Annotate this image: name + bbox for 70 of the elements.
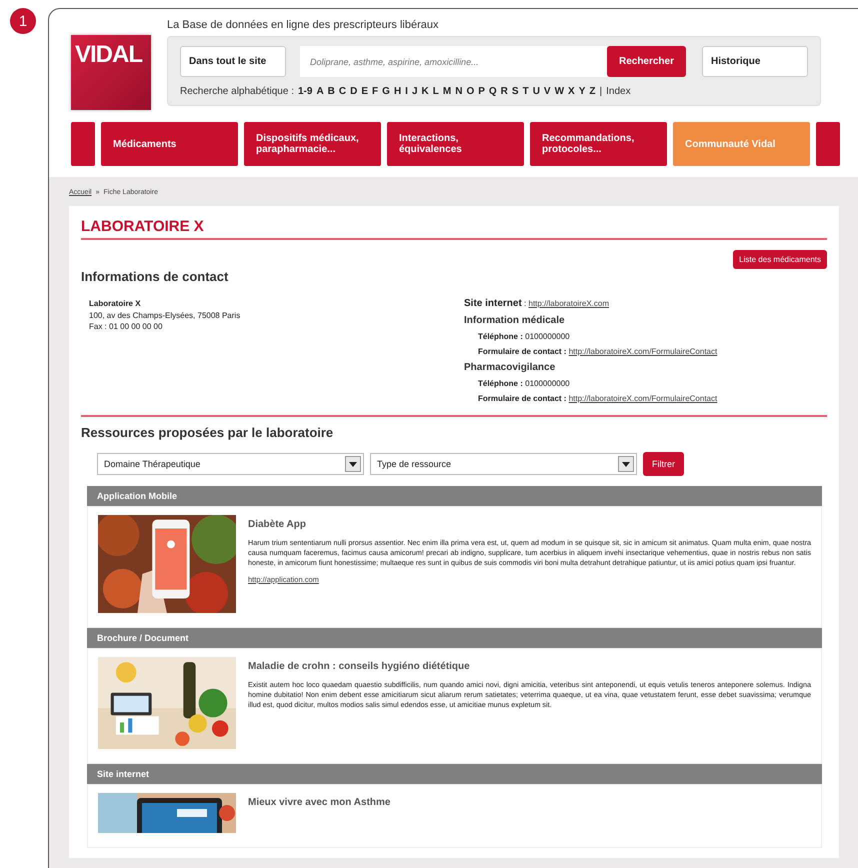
letter-link[interactable]: V: [544, 86, 551, 97]
letter-link[interactable]: G: [382, 86, 390, 97]
filter-dropdown[interactable]: Domaine Thérapeutique: [97, 453, 364, 475]
letter-link[interactable]: L: [432, 86, 439, 97]
letter-link[interactable]: H: [394, 86, 402, 97]
separator: |: [600, 86, 602, 97]
letter-link[interactable]: J: [412, 86, 418, 97]
field-label: Téléphone :: [478, 379, 523, 388]
letter-link[interactable]: B: [328, 86, 335, 97]
lab-name: Laboratoire X: [89, 298, 142, 310]
letter-link[interactable]: W: [554, 86, 564, 97]
letter-link[interactable]: Y: [578, 86, 586, 97]
step-number-badge: 1: [10, 8, 36, 34]
subheading: Pharmacovigilance: [464, 362, 556, 373]
index-link[interactable]: Index: [606, 86, 631, 97]
website-link[interactable]: http://laboratoireX.com: [528, 299, 609, 308]
nav-tab[interactable]: Dispositifs médicaux, parapharmacie...: [244, 122, 381, 166]
phone-number: 0100000000: [525, 332, 570, 341]
category-header: Site internet: [87, 764, 822, 784]
category-header: Brochure / Document: [87, 628, 822, 648]
letter-link[interactable]: D: [350, 86, 358, 97]
medication-list-button[interactable]: Liste des médicaments: [733, 250, 827, 269]
letter-link[interactable]: F: [372, 86, 378, 97]
vidal-logo[interactable]: VIDAL: [71, 35, 151, 110]
letter-link[interactable]: C: [338, 86, 346, 97]
field-label: Site internet: [464, 298, 522, 309]
section-heading: Ressources proposées par le laboratoire: [81, 425, 334, 440]
nav-tab[interactable]: Interactions, équivalences: [387, 122, 524, 166]
letter-link[interactable]: Z: [589, 86, 596, 97]
field-label: Téléphone :: [478, 332, 523, 341]
search-field[interactable]: Doliprane, asthme, aspirine, amoxicilline...: [300, 46, 607, 77]
alphabet-label: Recherche alphabétique :: [180, 86, 294, 97]
letter-link[interactable]: U: [532, 86, 540, 97]
page-title: LABORATOIRE X: [81, 218, 827, 240]
search-button[interactable]: Rechercher: [606, 46, 686, 77]
contact-form-link[interactable]: http://laboratoireX.com/FormulaireContact: [568, 394, 718, 403]
contact-form-link[interactable]: http://laboratoireX.com/FormulaireContact: [568, 347, 718, 356]
resource-title[interactable]: Maladie de crohn : conseils hygiéno diététique: [248, 661, 811, 672]
resource-title[interactable]: Diabète App: [248, 519, 811, 530]
letter-link[interactable]: R: [500, 86, 508, 97]
letter-link[interactable]: K: [422, 86, 429, 97]
lab-address: 100, av des Champs-Elysées, 75008 Paris: [89, 310, 242, 322]
section-heading: Informations de contact: [81, 269, 230, 284]
letter-link[interactable]: X: [568, 86, 575, 97]
separator: :: [524, 299, 526, 308]
filter-dropdown[interactable]: Type de ressource: [370, 453, 637, 475]
letter-link[interactable]: T: [522, 86, 529, 97]
resource-title[interactable]: Mieux vivre avec mon Asthme: [248, 797, 390, 808]
nav-tab[interactable]: Médicaments: [101, 122, 238, 166]
phone-number: 0100000000: [525, 379, 570, 388]
letter-link[interactable]: S: [512, 86, 519, 97]
field-label: Formulaire de contact :: [478, 347, 566, 356]
filter-button[interactable]: Filtrer: [643, 452, 684, 476]
letter-link[interactable]: 1-9: [298, 86, 312, 97]
scope-dropdown[interactable]: Dans tout le site: [180, 46, 286, 77]
letter-link[interactable]: Q: [488, 86, 497, 97]
letter-link[interactable]: I: [405, 86, 408, 97]
category-header: Application Mobile: [87, 486, 822, 506]
lab-fax: Fax : 01 00 00 00 00: [89, 321, 164, 333]
letter-link[interactable]: M: [442, 86, 452, 97]
letter-link[interactable]: N: [455, 86, 462, 97]
nav-tab[interactable]: Recommandations, protocoles...: [530, 122, 667, 166]
field-label: Formulaire de contact :: [478, 394, 566, 403]
subheading: Information médicale: [464, 315, 566, 326]
tagline: La Base de données en ligne des prescripteurs libéraux: [167, 19, 440, 31]
history-button[interactable]: Historique: [702, 46, 808, 77]
letter-link[interactable]: P: [478, 86, 485, 97]
letter-link[interactable]: O: [466, 86, 474, 97]
letter-link[interactable]: E: [361, 86, 368, 97]
letter-link[interactable]: A: [316, 86, 324, 97]
